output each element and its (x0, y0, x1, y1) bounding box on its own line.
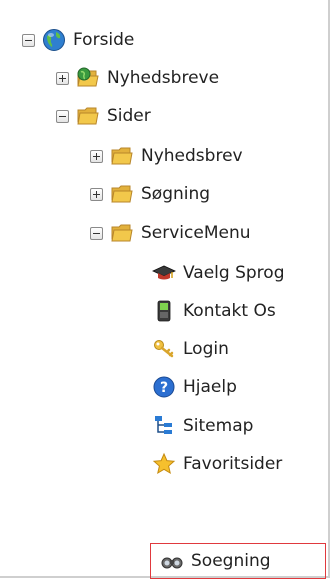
tree-node-label: Nyhedsbrev (141, 146, 243, 166)
binoculars-icon (161, 557, 183, 569)
tree-node-sider[interactable]: Sider (56, 100, 151, 132)
key-icon (154, 340, 174, 358)
tree-node-nyhedsbreve[interactable]: Nyhedsbreve (56, 62, 219, 94)
tree-node-hjaelp[interactable]: ? Hjaelp (152, 371, 237, 403)
tree-node-label: Vaelg Sprog (183, 263, 285, 283)
site-tree: Forside Nyhedsbreve Sider Nyhedsbrev Søg… (0, 0, 330, 579)
tree-node-label: Nyhedsbreve (107, 68, 220, 88)
mobile-phone-icon (157, 300, 171, 322)
graduation-cap-icon (152, 265, 176, 280)
sitemap-icon (155, 416, 172, 434)
folder-icon (111, 147, 133, 165)
folder-icon (111, 224, 133, 242)
tree-node-label: Kontakt Os (183, 301, 276, 321)
tree-node-label: Login (183, 339, 229, 359)
svg-text:?: ? (160, 380, 168, 396)
folder-icon (77, 107, 99, 125)
star-icon (152, 452, 176, 475)
tree-node-nyhedsbrev[interactable]: Nyhedsbrev (90, 140, 243, 172)
tree-node-vaelg-sprog[interactable]: Vaelg Sprog (152, 257, 285, 289)
tree-node-favoritsider[interactable]: Favoritsider (152, 448, 282, 480)
tree-node-label: Sitemap (183, 416, 254, 436)
tree-node-label: Forside (73, 30, 135, 50)
tree-node-label: Søgning (141, 184, 211, 204)
tree-node-label: Hjaelp (183, 377, 237, 397)
expand-icon[interactable] (90, 149, 103, 163)
tree-node-label: Soegning (191, 551, 271, 571)
tree-node-label: Sider (107, 106, 151, 126)
folder-icon (111, 185, 133, 203)
tree-node-label: ServiceMenu (141, 223, 251, 243)
collapse-icon[interactable] (90, 226, 103, 240)
collapse-icon[interactable] (22, 33, 35, 47)
globe-icon (43, 29, 65, 51)
tree-node-label: Favoritsider (183, 454, 283, 474)
folder-globe-icon (77, 67, 99, 87)
tree-node-kontakt-os[interactable]: Kontakt Os (152, 295, 276, 327)
tree-node-servicemenu[interactable]: ServiceMenu (90, 217, 251, 249)
tree-node-login[interactable]: Login (152, 333, 229, 365)
collapse-icon[interactable] (56, 109, 69, 123)
expand-icon[interactable] (90, 187, 103, 201)
tree-node-sogning[interactable]: Søgning (90, 178, 210, 210)
tree-node-forside[interactable]: Forside (22, 24, 134, 56)
expand-icon[interactable] (56, 71, 69, 85)
tree-node-sitemap[interactable]: Sitemap (152, 410, 253, 442)
help-icon: ? (153, 376, 175, 398)
tree-node-soegning[interactable]: Soegning (160, 545, 271, 577)
